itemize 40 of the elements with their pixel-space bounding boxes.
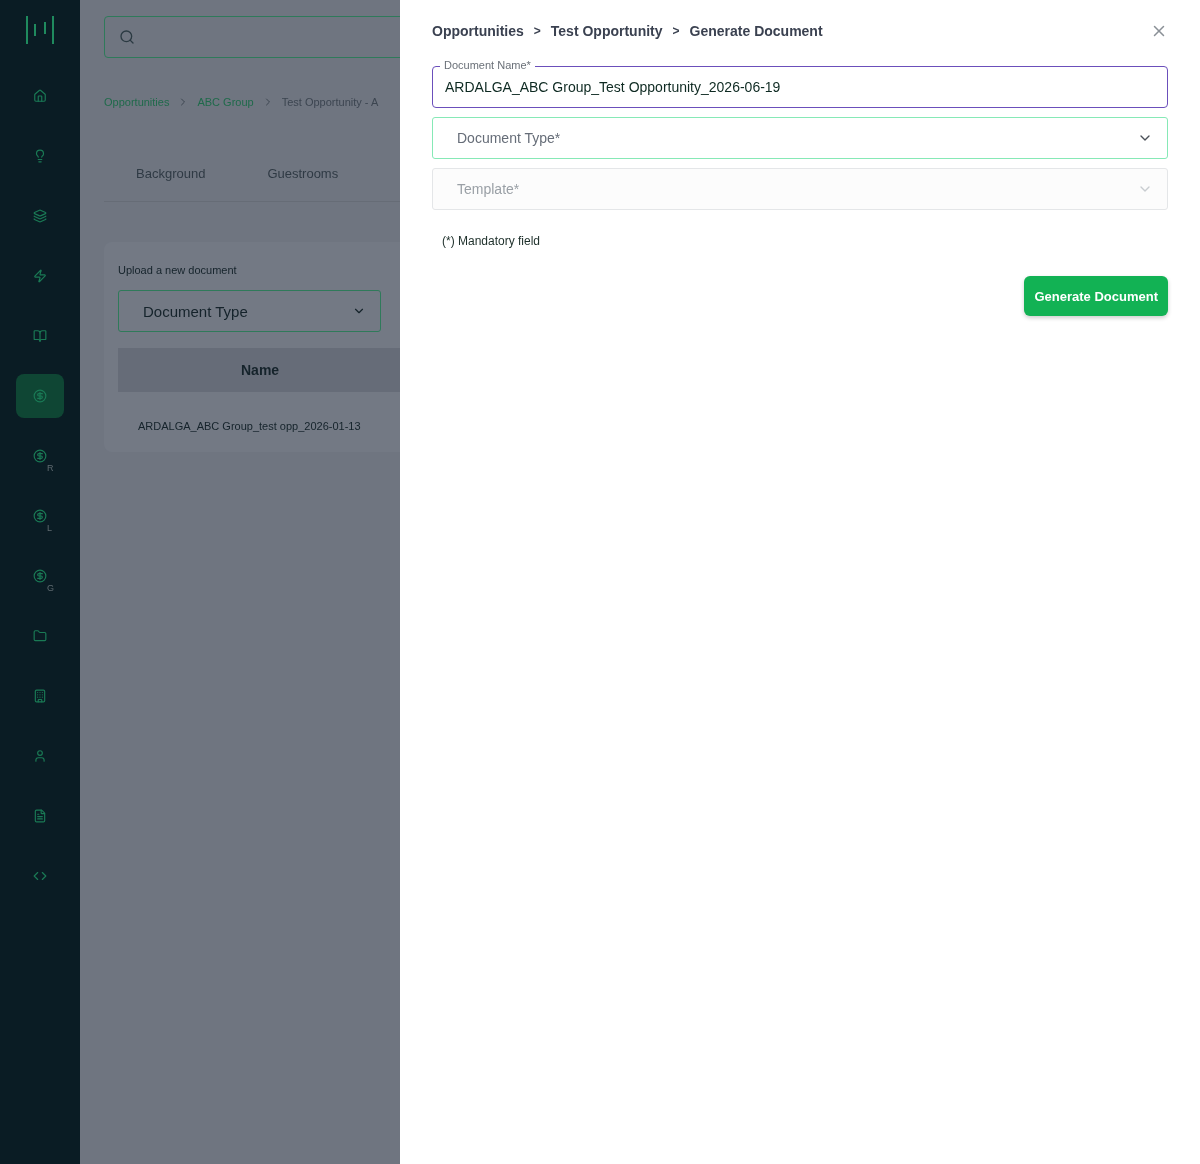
mandatory-note: (*) Mandatory field [442, 234, 542, 248]
select-field[interactable]: Document Type* [432, 117, 1168, 159]
home-icon [33, 89, 47, 103]
item-suffix: G [47, 583, 54, 593]
table-cell-text: ARDALGA_ABC Group_test opp_2026-01-13 [137, 419, 362, 432]
sidebar-item[interactable]: L [16, 494, 64, 538]
search-field[interactable] [104, 16, 400, 58]
sidebar-item[interactable]: R [16, 434, 64, 478]
card-title: Upload a new document [118, 264, 238, 276]
tab[interactable]: Background [136, 166, 206, 181]
dollar-icon [33, 569, 47, 583]
logo-icon [24, 14, 56, 46]
document-name-field[interactable]: Document Name* ARDALGA_ABC Group_Test Opportunity_2026-06-19 [432, 58, 1168, 108]
search-icon [119, 29, 135, 45]
lightbulb-icon [33, 149, 47, 163]
field-label: Document Name* [440, 59, 535, 71]
document-icon [33, 809, 47, 823]
document-type-select[interactable]: Document Type [118, 290, 381, 332]
code-icon [33, 869, 47, 883]
layers-icon [33, 209, 47, 223]
folder-icon [33, 629, 47, 643]
breadcrumb-separator: > [672, 24, 680, 38]
table-header: Name [118, 348, 400, 392]
lightning-icon [33, 269, 47, 283]
sidebar-item[interactable] [16, 374, 64, 418]
dollar-icon [33, 509, 47, 523]
breadcrumb-item: Generate Document [689, 23, 823, 39]
user-icon [33, 749, 47, 763]
breadcrumb-item: Test Opportunity [550, 23, 663, 39]
item-suffix: R [47, 463, 54, 473]
book-icon [33, 329, 47, 343]
tab[interactable]: Guestrooms [267, 166, 339, 181]
dollar-icon [33, 449, 47, 463]
breadcrumb-separator: > [533, 24, 541, 38]
dollar-icon [33, 389, 47, 403]
item-suffix: L [47, 523, 52, 533]
building-icon [33, 689, 47, 703]
sidebar-item[interactable]: G [16, 554, 64, 598]
breadcrumb-item: Opportunities [432, 23, 524, 39]
generate-document-button[interactable]: Generate Document [1024, 276, 1168, 316]
